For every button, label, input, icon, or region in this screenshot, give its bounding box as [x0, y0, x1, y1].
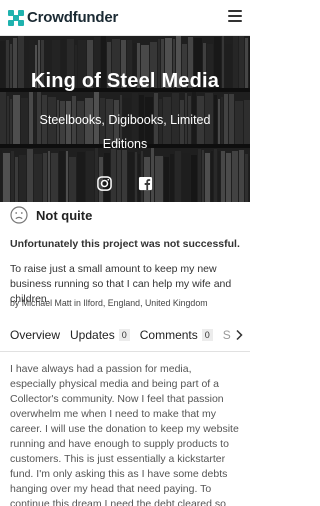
tab-overview-label: Overview [10, 327, 61, 342]
project-title: King of Steel Media [30, 70, 220, 92]
social-links [0, 176, 250, 191]
updates-count-badge: 0 [118, 328, 130, 341]
chevron-right-icon[interactable] [234, 329, 244, 341]
tab-clipped-label: S [222, 327, 231, 342]
brand-name[interactable]: Crowdfunder [27, 9, 118, 26]
facebook-icon[interactable] [138, 176, 153, 191]
tab-overview[interactable]: Overview [10, 318, 61, 351]
crowdfunder-logo-icon[interactable] [8, 9, 24, 26]
project-description: I have always had a passion for media, e… [10, 363, 239, 506]
hamburger-menu-icon[interactable] [228, 10, 242, 22]
instagram-icon[interactable] [97, 176, 112, 191]
comments-count-badge: 0 [201, 328, 213, 341]
sad-face-icon [10, 206, 28, 224]
project-subtitle: Steelbooks, Digibooks, Limited Editions [39, 113, 211, 151]
funding-status: Not quite [10, 206, 92, 224]
tab-comments[interactable]: Comments 0 [139, 318, 213, 351]
project-byline: by Michael Matt in Ilford, England, Unit… [10, 298, 208, 308]
project-tabs: Overview Updates 0 Comments 0 S [0, 318, 250, 352]
result-message: Unfortunately this project was not succe… [10, 238, 240, 250]
tab-updates-label: Updates [70, 327, 115, 342]
hero-banner: King of Steel Media Steelbooks, Digibook… [0, 36, 250, 202]
tab-updates[interactable]: Updates 0 [70, 318, 130, 351]
tab-clipped[interactable]: S [222, 318, 231, 351]
top-nav-bar: Crowdfunder [0, 0, 250, 36]
tab-comments-label: Comments [139, 327, 198, 342]
status-label: Not quite [36, 207, 93, 223]
